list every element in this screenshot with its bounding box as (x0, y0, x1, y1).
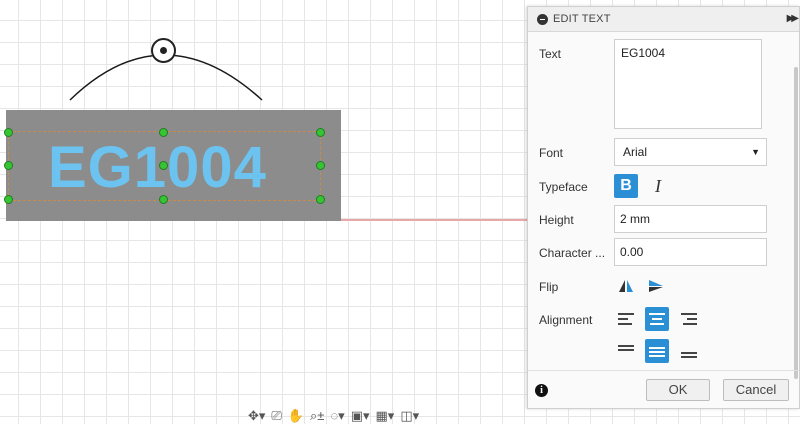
resize-handle-top-middle[interactable] (159, 128, 168, 137)
align-right-button[interactable] (677, 307, 701, 331)
align-center-button[interactable] (645, 307, 669, 331)
text-field[interactable]: EG1004 (614, 39, 762, 129)
flip-horizontal-icon (619, 280, 633, 292)
zoom-icon[interactable]: ⌕± (310, 408, 324, 424)
pan-icon[interactable]: ✋ (288, 408, 304, 424)
align-center-icon (649, 313, 665, 325)
look-at-icon[interactable]: ⎚ (271, 408, 281, 424)
panel-header: EDIT TEXT ▶▶ (528, 7, 799, 32)
resize-handle-bottom-left[interactable] (4, 195, 13, 204)
ok-button[interactable]: OK (646, 379, 710, 401)
scrollbar[interactable] (794, 67, 798, 379)
flip-vertical-button[interactable] (644, 274, 668, 298)
height-input[interactable] (614, 205, 767, 233)
edit-text-panel: EDIT TEXT ▶▶ Text EG1004 Font Arial ▼ Ty… (527, 6, 800, 409)
typeface-label: Typeface (539, 180, 588, 194)
align-left-icon (618, 313, 634, 325)
display-settings-icon[interactable]: ▣▾ (351, 408, 370, 424)
character-spacing-input[interactable] (614, 238, 767, 266)
align-middle-icon (649, 347, 665, 357)
flip-horizontal-button[interactable] (614, 274, 638, 298)
footer-divider (528, 370, 799, 371)
cancel-button[interactable]: Cancel (723, 379, 789, 401)
flip-vertical-icon (649, 280, 663, 292)
character-spacing-label: Character ... (539, 246, 606, 260)
collapse-circle-icon[interactable] (537, 13, 548, 25)
info-icon[interactable]: i (535, 384, 548, 397)
panel-title: EDIT TEXT (553, 13, 611, 25)
align-left-button[interactable] (614, 307, 638, 331)
align-bottom-icon (681, 352, 697, 358)
double-chevron-right-icon[interactable]: ▶▶ (787, 13, 800, 24)
sketch-text[interactable]: EG1004 (48, 128, 288, 208)
align-right-icon (681, 313, 697, 325)
align-bottom-button[interactable] (677, 339, 701, 363)
resize-handle-bottom-right[interactable] (316, 195, 325, 204)
resize-handle-center[interactable] (159, 161, 168, 170)
bold-toggle[interactable]: B (614, 174, 638, 198)
flip-label: Flip (539, 280, 559, 294)
align-top-icon (618, 345, 634, 351)
rotate-handle[interactable] (151, 38, 176, 63)
font-label: Font (539, 146, 564, 160)
viewports-icon[interactable]: ◫▾ (400, 408, 419, 424)
align-middle-button[interactable] (645, 339, 669, 363)
alignment-label: Alignment (539, 313, 593, 327)
text-label: Text (539, 47, 562, 61)
fit-icon[interactable]: ◌▾ (330, 408, 344, 424)
caret-down-icon: ▼ (751, 147, 760, 157)
resize-handle-middle-left[interactable] (4, 161, 13, 170)
sketch-line (341, 219, 529, 221)
font-dropdown[interactable]: Arial ▼ (614, 138, 767, 166)
font-value: Arial (623, 145, 648, 159)
height-label: Height (539, 213, 574, 227)
italic-toggle[interactable]: I (646, 174, 670, 198)
grid-settings-icon[interactable]: ▦▾ (376, 408, 395, 424)
align-top-button[interactable] (614, 339, 638, 363)
resize-handle-middle-right[interactable] (316, 161, 325, 170)
navigation-toolbar: ✥▾ ⎚ ✋ ⌕± ◌▾ ▣▾ ▦▾ ◫▾ (248, 408, 510, 424)
resize-handle-bottom-middle[interactable] (159, 195, 168, 204)
resize-handle-top-left[interactable] (4, 128, 13, 137)
resize-handle-top-right[interactable] (316, 128, 325, 137)
orbit-icon[interactable]: ✥▾ (248, 408, 265, 424)
